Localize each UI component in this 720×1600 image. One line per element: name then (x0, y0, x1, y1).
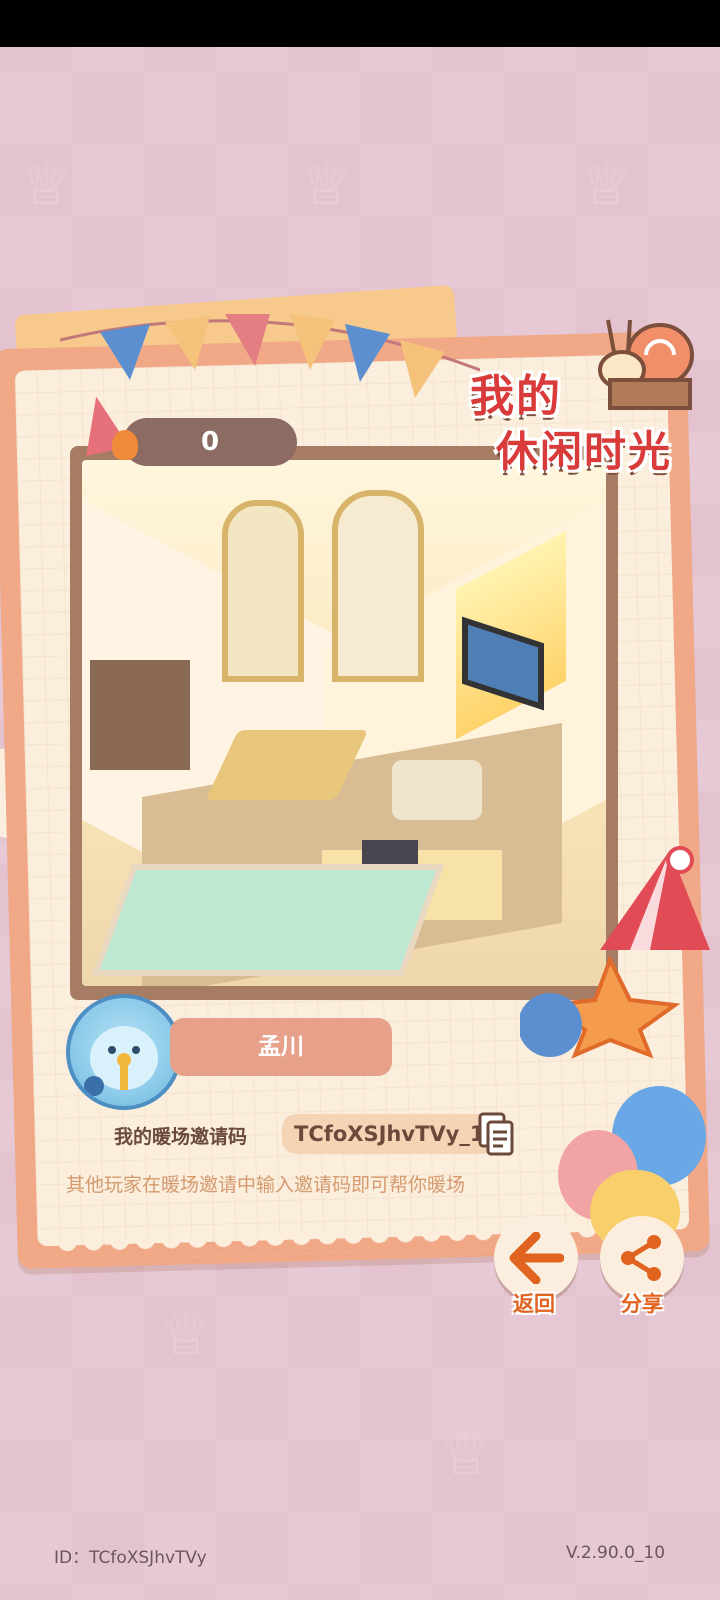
bg-pattern: ♕ (300, 150, 352, 218)
game-title-logo: 我的 休闲时光 (460, 300, 698, 490)
room-bed (90, 660, 190, 770)
snail-icon (598, 319, 694, 410)
party-decoration-icon (520, 846, 710, 1059)
room-pool (91, 864, 445, 976)
bunting-flag (345, 324, 390, 382)
back-button-label[interactable]: 返回 (513, 1288, 555, 1318)
player-id-text: ID：TCfoXSJhvTVy (54, 1548, 207, 1568)
invite-code-value[interactable]: TCfoXSJhvTVy_1 (282, 1114, 497, 1154)
bg-pattern: ♕ (440, 1420, 492, 1488)
title-line-1: 我的 (470, 371, 562, 422)
bunting-decoration (60, 314, 480, 398)
version-text: V.2.90.0_10 (566, 1543, 666, 1563)
bg-pattern: ♕ (20, 150, 72, 218)
bunting-flag (225, 314, 270, 366)
arrow-left-icon (509, 1232, 564, 1284)
share-button-label[interactable]: 分享 (621, 1288, 663, 1318)
room-sofa (392, 760, 482, 820)
player-avatar[interactable] (66, 994, 182, 1110)
bg-pattern: ♕ (580, 150, 632, 218)
invite-code-label: 我的暖场邀请码 (114, 1126, 248, 1148)
bunting-flag (100, 324, 150, 380)
bunting-flag (290, 314, 335, 370)
title-line-2: 休闲时光 (496, 427, 673, 476)
player-name: 孟川 (170, 1018, 392, 1076)
status-bar (0, 0, 720, 47)
bunting-flag (400, 340, 445, 398)
warmth-counter: 0 (123, 418, 297, 466)
room-arch (222, 500, 304, 682)
bunting-flag (165, 316, 210, 370)
bg-pattern: ♕ (160, 1300, 212, 1368)
flame-icon (112, 430, 138, 460)
invite-hint-text: 其他玩家在暖场邀请中输入邀请码即可帮你暖场 (66, 1174, 466, 1196)
room-arch (332, 490, 424, 682)
share-icon (621, 1235, 661, 1281)
copy-icon[interactable] (478, 1112, 514, 1156)
